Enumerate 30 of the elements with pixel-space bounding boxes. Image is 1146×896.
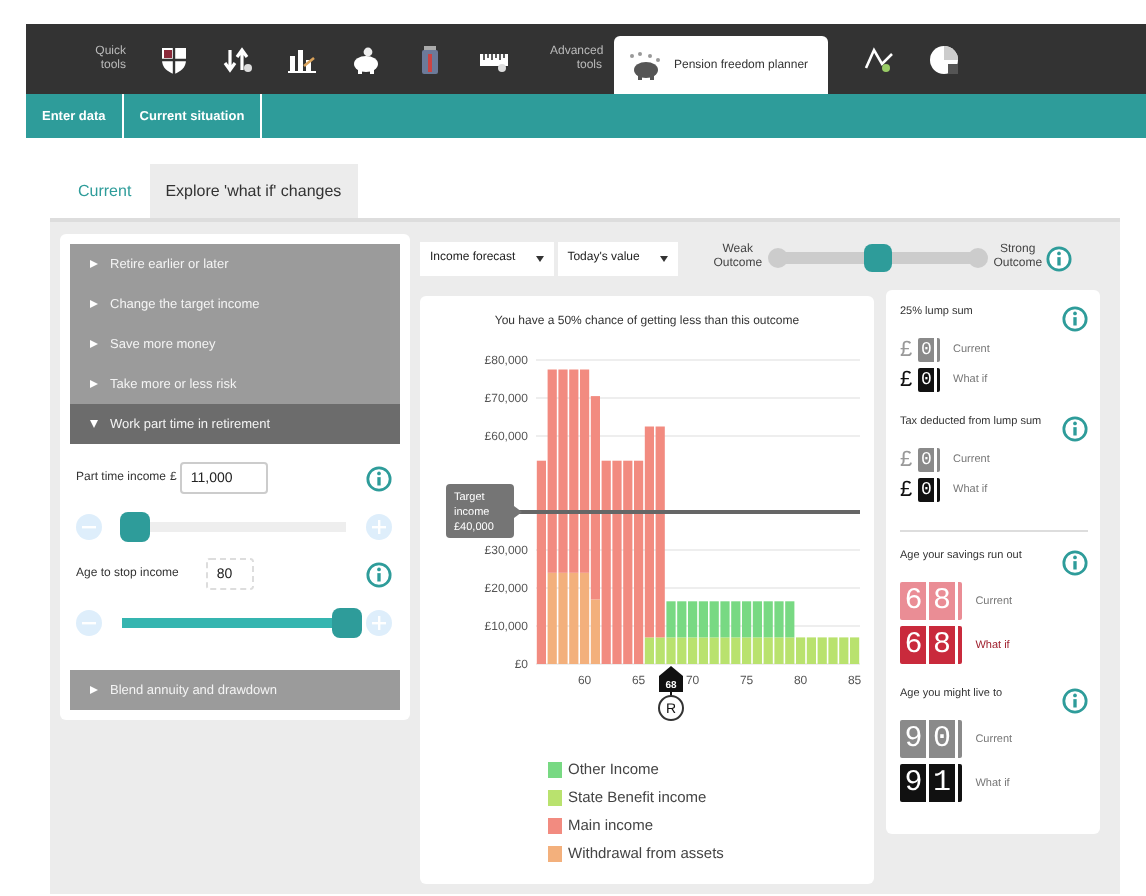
slider-thumb[interactable] [863,244,892,272]
tab[interactable]: Explore 'what if' changes [149,164,358,218]
triangle-icon [90,380,98,388]
digit-counter: 0 [918,338,940,362]
info-icon[interactable] [1062,550,1088,576]
triangle-icon [90,686,98,694]
piggy-bank-icon [626,49,662,81]
currency-symbol: £ [900,338,915,362]
info-icon[interactable] [1062,306,1088,332]
digit-counter: 0 [918,478,940,502]
triangle-icon [90,340,98,348]
info-icon[interactable] [366,561,392,587]
info-icon[interactable] [1062,416,1088,442]
slider[interactable] [767,244,988,272]
info-icon[interactable] [366,465,392,491]
currency-symbol: £ [900,478,915,502]
currency-symbol: £ [900,448,915,472]
digit-counter: 0 [918,448,940,472]
info-icon[interactable] [1045,245,1072,271]
info-icon[interactable] [1062,688,1088,714]
triangle-icon [90,260,98,268]
triangle-icon [90,300,98,308]
tab[interactable]: Current [60,164,150,218]
slider-thumb[interactable] [119,511,150,541]
caret-icon [535,255,544,261]
slider-thumb[interactable] [332,607,362,637]
currency-symbol: £ [900,368,915,392]
triangle-icon [90,420,98,428]
caret-icon [659,255,668,261]
digit-counter: 0 [918,368,940,392]
